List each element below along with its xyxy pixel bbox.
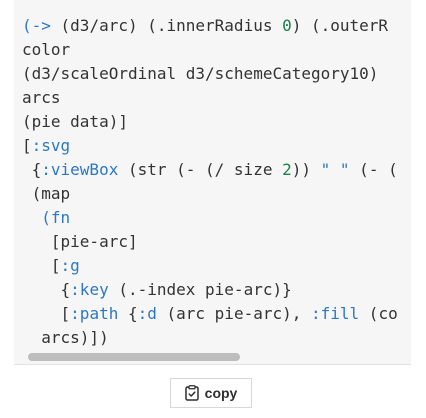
- code-line: arcs: [22, 86, 398, 110]
- code-line: (-> (d3/arc) (.innerRadius 0) (.outerR: [22, 14, 398, 38]
- code-line-text: [:g: [22, 256, 80, 275]
- copy-button[interactable]: copy: [170, 378, 252, 408]
- code-line-text: (pie data)]: [22, 112, 128, 131]
- code-line-text: [:path {:d (arc pie-arc), :fill (co: [22, 304, 398, 323]
- code-line-text: [:svg: [22, 136, 71, 155]
- code-line: {:viewBox (str (- (/ size 2)) " " (- (: [22, 158, 398, 182]
- code-line: (map: [22, 182, 398, 206]
- code-line: arcs)]): [22, 326, 398, 350]
- code-line-text: (d3/scaleOrdinal d3/schemeCategory10): [22, 64, 379, 83]
- copy-button-label: copy: [204, 385, 238, 401]
- code-line-text: arcs)]): [22, 328, 109, 347]
- code-line-text: arcs: [22, 88, 61, 107]
- code-line-text: {:viewBox (str (- (/ size 2)) " " (- (: [22, 160, 398, 179]
- code-line: color: [22, 38, 398, 62]
- code-block[interactable]: (-> (d3/arc) (.innerRadius 0) (.outerR co…: [14, 0, 411, 365]
- code-line-text: (-> (d3/arc) (.innerRadius 0) (.outerR: [22, 16, 389, 35]
- horizontal-scrollbar[interactable]: [28, 353, 240, 361]
- code-line: (fn: [22, 206, 398, 230]
- code-line-text: (map: [22, 184, 71, 203]
- code-line: [:svg: [22, 134, 398, 158]
- code-line-text: [pie-arc]: [22, 232, 138, 251]
- code-line: (d3/scaleOrdinal d3/schemeCategory10): [22, 62, 398, 86]
- clipboard-check-icon: [184, 385, 199, 401]
- code-line-text: (fn: [41, 208, 71, 227]
- code-line: [pie-arc]: [22, 230, 398, 254]
- code-line: (pie data)]: [22, 110, 398, 134]
- code-line: [:g: [22, 254, 398, 278]
- code-text: (-> (d3/arc) (.innerRadius 0) (.outerR co…: [22, 14, 398, 350]
- code-line-text: color: [22, 40, 71, 59]
- code-line-text: {:key (.-index pie-arc)}: [22, 280, 292, 299]
- code-line: [:path {:d (arc pie-arc), :fill (co: [22, 302, 398, 326]
- code-line: {:key (.-index pie-arc)}: [22, 278, 398, 302]
